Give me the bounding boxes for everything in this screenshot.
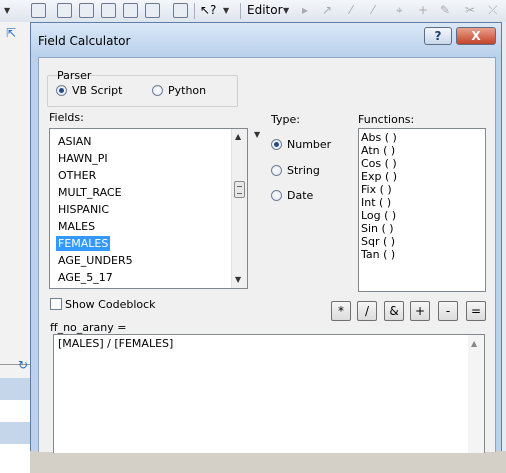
functions-list[interactable]: Abs ( ) Atn ( ) Cos ( ) Exp ( ) Fix ( ) … bbox=[358, 128, 486, 292]
function-item-cos[interactable]: Cos ( ) bbox=[361, 157, 397, 170]
multiply-button[interactable]: * bbox=[331, 301, 351, 321]
app-side-panel: ⇱ ↻ bbox=[0, 22, 30, 473]
table-header-strip bbox=[0, 378, 30, 400]
type-number-radio[interactable] bbox=[271, 139, 282, 150]
edit-tool-icon: ▸ bbox=[302, 3, 309, 17]
scroll-down-icon[interactable]: ▼ bbox=[235, 275, 241, 284]
function-item-int[interactable]: Int ( ) bbox=[361, 196, 391, 209]
scroll-up-icon[interactable]: ▲ bbox=[471, 339, 477, 348]
expression-scrollbar[interactable]: ▲ bbox=[468, 335, 484, 453]
python-window-icon[interactable] bbox=[145, 3, 160, 18]
parser-vbscript-label[interactable]: VB Script bbox=[72, 84, 122, 97]
type-date-label[interactable]: Date bbox=[287, 189, 313, 202]
dock-pin-icon[interactable]: ⇱ bbox=[6, 26, 16, 40]
type-number-label[interactable]: Number bbox=[287, 138, 331, 151]
fields-sort-dropdown-icon[interactable]: ▼ bbox=[254, 130, 260, 139]
field-item-females[interactable]: FEMALES bbox=[56, 236, 111, 251]
type-label: Type: bbox=[271, 113, 300, 126]
arctoolbox-icon[interactable] bbox=[123, 3, 138, 18]
curve-icon: ⁄ bbox=[372, 3, 375, 17]
table-row bbox=[0, 400, 30, 422]
function-item-log[interactable]: Log ( ) bbox=[361, 209, 396, 222]
field-item-age-5-17[interactable]: AGE_5_17 bbox=[56, 270, 115, 285]
app-toolbar: ▼ ↖? ▼ Editor ▼ ▸ ↗ ⁄ ⁄ ⌖ + ✎ ✂ ⤫ bbox=[0, 0, 506, 23]
parser-vbscript-radio[interactable] bbox=[56, 85, 67, 96]
edit-annotation-icon: ↗ bbox=[322, 3, 333, 17]
show-codeblock-checkbox[interactable] bbox=[50, 298, 62, 310]
toolbar-separator bbox=[194, 3, 195, 19]
field-item-males[interactable]: MALES bbox=[56, 219, 97, 234]
table-row bbox=[0, 444, 30, 473]
fields-scroll-thumb[interactable] bbox=[234, 181, 245, 198]
field-item-age-under5[interactable]: AGE_UNDER5 bbox=[56, 253, 135, 268]
reshape-icon: ✎ bbox=[440, 3, 451, 17]
add-button[interactable]: + bbox=[410, 301, 430, 321]
function-item-exp[interactable]: Exp ( ) bbox=[361, 170, 397, 183]
refresh-icon[interactable]: ↻ bbox=[18, 358, 28, 372]
straight-segment-icon: ⁄ bbox=[350, 3, 353, 17]
parser-python-radio[interactable] bbox=[152, 85, 163, 96]
app-right-edge bbox=[502, 22, 506, 451]
dialog-title: Field Calculator bbox=[38, 34, 131, 48]
type-date-radio[interactable] bbox=[271, 190, 282, 201]
scroll-up-icon[interactable]: ▲ bbox=[235, 132, 241, 141]
subtract-button[interactable]: - bbox=[438, 301, 458, 321]
field-calculator-dialog: Field Calculator ? X Parser VB Script Py… bbox=[30, 22, 502, 453]
function-item-fix[interactable]: Fix ( ) bbox=[361, 183, 392, 196]
field-item-hawn-pi[interactable]: HAWN_PI bbox=[56, 151, 110, 166]
function-item-atn[interactable]: Atn ( ) bbox=[361, 144, 395, 157]
help-button[interactable]: ? bbox=[424, 27, 452, 45]
concatenate-button[interactable]: & bbox=[384, 301, 404, 321]
toolbar-separator bbox=[240, 3, 241, 19]
parser-label: Parser bbox=[57, 69, 92, 82]
toolbar-overflow-icon[interactable]: ▼ bbox=[223, 6, 229, 15]
editor-dropdown-icon[interactable]: ▼ bbox=[283, 6, 289, 15]
function-item-tan[interactable]: Tan ( ) bbox=[361, 248, 395, 261]
dialog-titlebar[interactable]: Field Calculator ? X bbox=[31, 23, 501, 57]
field-item-asian[interactable]: ASIAN bbox=[56, 134, 94, 149]
expression-editor[interactable]: [MALES] / [FEMALES] ▲ bbox=[53, 334, 485, 453]
functions-label: Functions: bbox=[358, 113, 415, 126]
expression-text[interactable]: [MALES] / [FEMALES] bbox=[58, 337, 173, 350]
fields-label: Fields: bbox=[49, 111, 84, 124]
end-point-icon: + bbox=[418, 3, 429, 17]
divide-button[interactable]: / bbox=[357, 301, 377, 321]
expression-label: ff_no_arany = bbox=[50, 321, 127, 334]
point-icon: ⌖ bbox=[396, 3, 403, 17]
catalog-icon[interactable] bbox=[79, 3, 94, 18]
type-string-radio[interactable] bbox=[271, 165, 282, 176]
toolbar-dropdown-icon[interactable]: ▼ bbox=[4, 6, 10, 15]
close-button[interactable]: X bbox=[456, 27, 496, 45]
fields-list[interactable]: ASIAN HAWN_PI OTHER MULT_RACE HISPANIC M… bbox=[49, 128, 248, 289]
table-row bbox=[0, 422, 30, 444]
field-item-mult-race[interactable]: MULT_RACE bbox=[56, 185, 124, 200]
show-codeblock-label[interactable]: Show Codeblock bbox=[65, 298, 156, 311]
cut-polygon-icon: ✂ bbox=[465, 3, 476, 17]
parser-python-label[interactable]: Python bbox=[168, 84, 206, 97]
editor-menu[interactable]: Editor bbox=[247, 3, 283, 17]
field-item-hispanic[interactable]: HISPANIC bbox=[56, 202, 111, 217]
field-calculator-icon[interactable] bbox=[31, 3, 46, 18]
table-icon[interactable] bbox=[57, 3, 72, 18]
field-item-other[interactable]: OTHER bbox=[56, 168, 98, 183]
whats-this-icon[interactable]: ↖? bbox=[200, 3, 216, 17]
equals-button[interactable]: = bbox=[466, 301, 486, 321]
function-item-sin[interactable]: Sin ( ) bbox=[361, 222, 394, 235]
dialog-client-area: Parser VB Script Python Fields: ASIAN HA… bbox=[38, 57, 496, 453]
type-string-label[interactable]: String bbox=[287, 164, 320, 177]
toolbox-icon[interactable] bbox=[101, 3, 116, 18]
split-icon: ⤫ bbox=[488, 3, 498, 17]
model-builder-icon[interactable] bbox=[173, 3, 188, 18]
function-item-sqr[interactable]: Sqr ( ) bbox=[361, 235, 395, 248]
function-item-abs[interactable]: Abs ( ) bbox=[361, 131, 397, 144]
fields-scrollbar[interactable]: ▲ ▼ bbox=[231, 129, 247, 288]
